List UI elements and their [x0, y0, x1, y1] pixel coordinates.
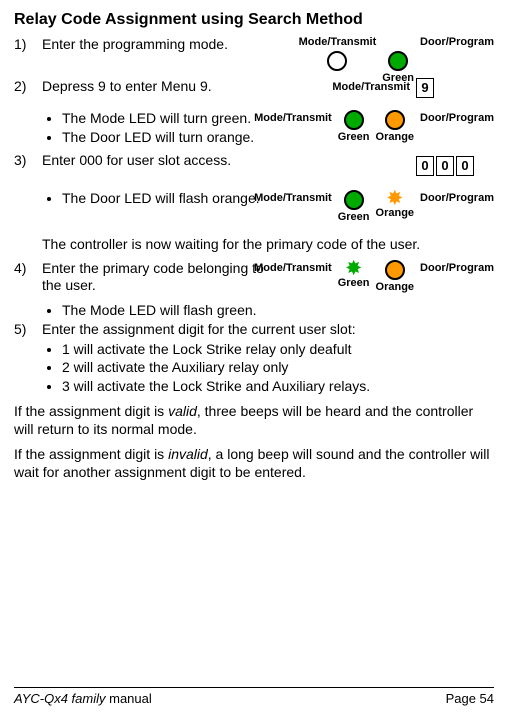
mode-transmit-label: Mode/Transmit: [299, 36, 377, 50]
mode-led-outline-icon: [327, 51, 347, 71]
step-3-num: 3): [14, 152, 42, 170]
step-5: 5) Enter the assignment digit for the cu…: [14, 321, 494, 339]
mode-led-flash-green-icon: ✸: [346, 260, 361, 276]
step-2-indicators: Mode/Transmit 9: [332, 78, 434, 98]
step-4-text: Enter the primary code belonging to the …: [42, 260, 272, 295]
step-1-num: 1): [14, 36, 42, 54]
door-program-label: Door/Program: [420, 36, 494, 50]
key-9-icon: 9: [416, 78, 434, 98]
door-led-orange-icon: [385, 260, 405, 280]
step-3b-indicators: Mode/Transmit Green ✸ Orange Door/Progra…: [254, 190, 494, 225]
step-4-bullet-1: The Mode LED will flash green.: [62, 302, 292, 320]
page-footer: AYC-Qx4 family manual Page 54: [14, 687, 494, 707]
step-5-num: 5): [14, 321, 42, 339]
door-program-label: Door/Program: [420, 192, 494, 206]
door-led-flash-orange-icon: ✸: [387, 190, 402, 206]
mode-led-green-icon: [344, 190, 364, 210]
footer-left: AYC-Qx4 family manual: [14, 691, 152, 707]
mode-transmit-label: Mode/Transmit: [254, 112, 332, 126]
orange-label: Orange: [376, 131, 415, 145]
mode-transmit-label: Mode/Transmit: [332, 81, 410, 95]
orange-label: Orange: [376, 281, 415, 295]
step-1-text: Enter the programming mode.: [42, 36, 262, 54]
page-title: Relay Code Assignment using Search Metho…: [14, 10, 494, 30]
step-2-num: 2): [14, 78, 42, 96]
invalid-paragraph: If the assignment digit is invalid, a lo…: [14, 446, 494, 481]
valid-paragraph: If the assignment digit is valid, three …: [14, 403, 494, 438]
footer-page-number: Page 54: [446, 691, 494, 707]
step-4-num: 4): [14, 260, 42, 278]
step-2-bullet-1: The Mode LED will turn green.: [62, 110, 272, 128]
step-5-bullet-2: 2 will activate the Auxiliary relay only: [62, 359, 494, 377]
step-3-keys: 0 0 0: [416, 156, 474, 176]
step-4-indicators: Mode/Transmit ✸ Green Orange Door/Progra…: [254, 260, 494, 295]
door-program-label: Door/Program: [420, 262, 494, 276]
mode-transmit-label: Mode/Transmit: [254, 262, 332, 276]
step-5-bullet-3: 3 will activate the Lock Strike and Auxi…: [62, 378, 494, 396]
mode-led-green-icon: [344, 110, 364, 130]
step-5-bullet-1: 1 will activate the Lock Strike relay on…: [62, 341, 494, 359]
mode-transmit-label: Mode/Transmit: [254, 192, 332, 206]
orange-label: Orange: [376, 207, 415, 221]
door-led-orange-icon: [385, 110, 405, 130]
green-label: Green: [338, 277, 370, 291]
step-5-bullets: 1 will activate the Lock Strike relay on…: [14, 341, 494, 396]
step-2b-indicators: Mode/Transmit Green Orange Door/Program: [254, 110, 494, 145]
step-4-bullets: The Mode LED will flash green.: [14, 302, 494, 320]
step-5-text: Enter the assignment digit for the curre…: [42, 321, 494, 339]
green-label: Green: [338, 211, 370, 225]
keys-000-icon: 0 0 0: [416, 156, 474, 176]
waiting-note: The controller is now waiting for the pr…: [42, 236, 494, 254]
green-label: Green: [338, 131, 370, 145]
door-led-green-icon: [388, 51, 408, 71]
door-program-label: Door/Program: [420, 112, 494, 126]
step-3-bullet-1: The Door LED will flash orange.: [62, 190, 272, 208]
